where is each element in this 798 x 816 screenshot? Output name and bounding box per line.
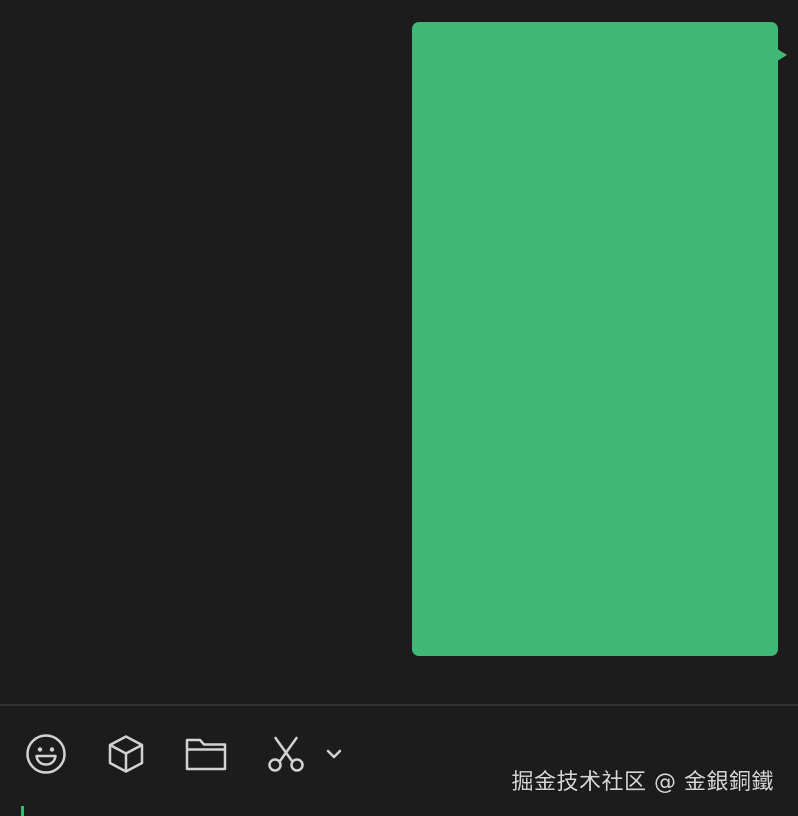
watermark-text: 掘金技术社区 @ 金銀銅鐵: [511, 770, 774, 795]
folder-icon: [185, 738, 227, 771]
message-bubble-tail: [774, 47, 787, 63]
scissors-icon: [268, 736, 304, 772]
emoji-icon: [26, 734, 66, 774]
chat-window: 掘金技术社区 @ 金銀銅鐵: [0, 0, 798, 816]
input-toolbar: 掘金技术社区 @ 金銀銅鐵: [0, 706, 798, 816]
package-button[interactable]: [104, 732, 148, 776]
chevron-down-icon: [326, 749, 342, 759]
file-button[interactable]: [184, 732, 228, 776]
emoji-button[interactable]: [24, 732, 68, 776]
screenshot-options-button[interactable]: [322, 742, 346, 766]
text-input-cursor[interactable]: [21, 806, 24, 816]
box-icon: [108, 735, 144, 773]
outgoing-message-bubble[interactable]: [412, 22, 778, 656]
screenshot-button[interactable]: [264, 732, 308, 776]
message-area[interactable]: [0, 0, 798, 705]
